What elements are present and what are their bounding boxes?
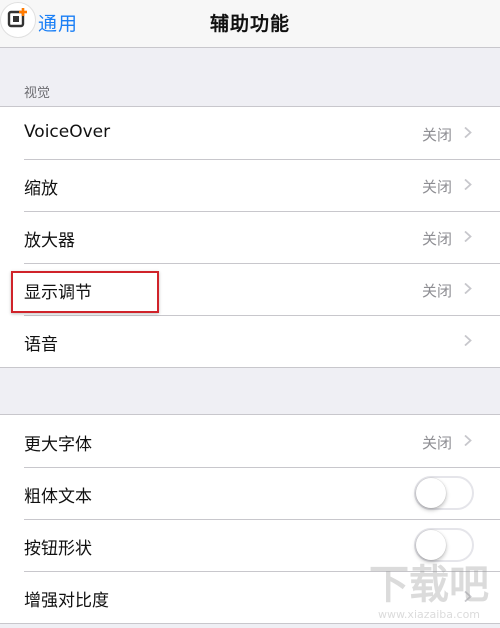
setting-value: 关闭	[421, 434, 452, 452]
svg-text:www.xiazaiba.com: www.xiazaiba.com	[378, 608, 480, 621]
setting-row-bold-text: 粗体文本	[0, 467, 500, 519]
setting-label: 增强对比度	[24, 591, 109, 611]
setting-value: 关闭	[421, 230, 452, 248]
svg-text:下载吧: 下载吧	[369, 562, 489, 608]
setting-label: VoiceOver	[24, 122, 111, 142]
setting-label: 语音	[24, 335, 58, 355]
setting-value: 关闭	[421, 178, 452, 196]
bold-text-toggle[interactable]	[414, 476, 474, 510]
chevron-right-icon	[464, 335, 472, 346]
vision-settings-group: VoiceOver 关闭 缩放 关闭 放大器 关闭 显示调节 关闭 语音	[0, 106, 500, 368]
setting-row-larger-text[interactable]: 更大字体 关闭	[0, 415, 500, 467]
chevron-right-icon	[464, 435, 472, 446]
navigation-bar: 通用 辅助功能	[0, 0, 500, 48]
setting-label: 按钮形状	[24, 539, 92, 559]
setting-value: 关闭	[421, 126, 452, 144]
setting-row-zoom[interactable]: 缩放 关闭	[0, 159, 500, 211]
setting-label: 粗体文本	[24, 487, 92, 507]
toggle-knob	[416, 478, 446, 508]
setting-row-voiceover[interactable]: VoiceOver 关闭	[0, 107, 500, 159]
setting-value: 关闭	[421, 282, 452, 300]
chevron-right-icon	[464, 231, 472, 242]
chevron-right-icon	[464, 179, 472, 190]
chevron-right-icon	[464, 127, 472, 138]
chevron-right-icon	[464, 283, 472, 294]
setting-row-magnifier[interactable]: 放大器 关闭	[0, 211, 500, 263]
setting-label: 更大字体	[24, 435, 92, 455]
setting-label: 缩放	[24, 179, 58, 199]
watermark-logo: 下载吧 www.xiazaiba.com	[369, 562, 489, 621]
page-title: 辅助功能	[209, 13, 290, 35]
annotation-highlight-box	[11, 271, 159, 313]
section-header-vision: 视觉	[24, 86, 51, 101]
setting-label: 放大器	[24, 231, 75, 251]
setting-row-speech[interactable]: 语音	[0, 315, 500, 367]
